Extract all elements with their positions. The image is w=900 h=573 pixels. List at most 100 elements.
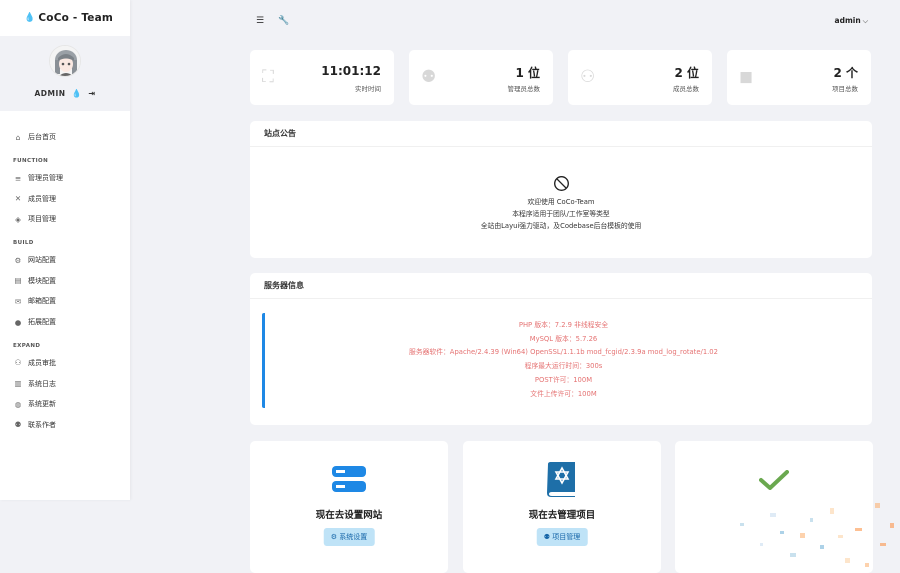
sidebar-nav: ⌂ 后台首页 FUNCTION ≡ 管理员管理 ✕ 成员管理 ◈ 项目管理 BU… <box>0 111 130 435</box>
stat-value: 11:01:12 <box>321 64 381 78</box>
card-title: 现在去设置网站 <box>315 510 383 521</box>
sidebar-item-member-manage[interactable]: ✕ 成员管理 <box>0 188 130 209</box>
logout-icon[interactable]: ⇥ <box>88 89 95 98</box>
brand-logo[interactable]: 💧 CoCo - Team <box>0 0 130 36</box>
users-icon: ⚉ <box>543 533 551 541</box>
stat-value: 2 个 <box>833 66 858 80</box>
notice-text: 欢迎使用 CoCo-Team 本程序适用于团队/工作室等类型 全站由Layui强… <box>250 196 872 232</box>
button-label: 项目管理 <box>552 533 581 541</box>
sidebar-item-label: 邮箱配置 <box>28 297 56 306</box>
user-line: ADMIN 💧 ⇥ <box>0 89 130 98</box>
sidebar-item-label: 成员审批 <box>28 358 56 367</box>
stat-label: 项目总数 <box>832 85 858 93</box>
server-line-mysql: MySQL 版本：5.7.26 <box>529 334 598 343</box>
panel-title: 服务器信息 <box>250 273 872 299</box>
bomb-icon: ● <box>14 317 22 327</box>
sidebar-item-home[interactable]: ⌂ 后台首页 <box>0 127 130 148</box>
drop-icon: 💧 <box>24 13 36 23</box>
sidebar-item-label: 成员管理 <box>28 194 56 203</box>
group-icon: ⚇ <box>580 67 596 87</box>
user-panel: ADMIN 💧 ⇥ <box>0 36 130 111</box>
stat-card-members: ⚇ 2 位 成员总数 <box>568 50 712 105</box>
sidebar-item-contact-author[interactable]: ⚉ 联系作者 <box>0 415 130 436</box>
book-icon <box>547 462 575 497</box>
users-icon: ⚉ <box>14 420 22 430</box>
stat-card-time: ⛶ 11:01:12 实时时间 <box>250 50 394 105</box>
server-info-panel: 服务器信息 PHP 版本：7.2.9 非线程安全 MySQL 版本：5.7.26… <box>250 273 872 425</box>
server-line-max-time: 程序最大运行时间：300s <box>524 362 603 371</box>
user-name: ADMIN <box>34 89 66 98</box>
nav-section-expand: EXPAND <box>13 342 41 349</box>
brand-title: CoCo - Team <box>38 12 114 24</box>
notice-panel: 站点公告 欢迎使用 CoCo-Team 本程序适用于团队/工作室等类型 全站由L… <box>250 121 872 258</box>
sidebar-item-label: 网站配置 <box>28 256 56 265</box>
stat-card-admins: ⚉ 1 位 管理员总数 <box>409 50 553 105</box>
checkmark-icon <box>759 470 789 490</box>
admin-dropdown[interactable]: admin ⌵ <box>835 16 868 26</box>
list-icon: ≡ <box>14 173 22 183</box>
notice-line: 全站由Layui强力驱动，及Codebase后台模板的使用 <box>480 222 642 230</box>
server-line-php: PHP 版本：7.2.9 非线程安全 <box>518 321 609 329</box>
no-entry-icon <box>553 176 569 191</box>
project-manage-button[interactable]: ⚉ 项目管理 <box>536 528 588 546</box>
sidebar-item-member-approval[interactable]: ⚇ 成员审批 <box>0 353 130 374</box>
server-line-upload: 文件上传许可：100M <box>530 389 597 398</box>
avatar[interactable] <box>49 45 81 77</box>
gears-icon: ⚙ <box>14 255 22 265</box>
stat-value: 1 位 <box>515 66 540 80</box>
card-manage-projects: 现在去管理项目 ⚉ 项目管理 <box>463 441 661 573</box>
server-line-post: POST许可：100M <box>534 375 593 384</box>
card-setup-site: 现在去设置网站 ⚙ 系统设置 <box>250 441 448 573</box>
sidebar-item-label: 拓展配置 <box>28 318 56 327</box>
sidebar-item-system-update[interactable]: ◍ 系统更新 <box>0 394 130 415</box>
sidebar-item-label: 系统更新 <box>28 400 56 409</box>
server-info-body: PHP 版本：7.2.9 非线程安全 MySQL 版本：5.7.26 服务器软件… <box>262 313 862 408</box>
user-plus-icon: ⚇ <box>14 358 22 368</box>
gear-icon: ⚙ <box>330 533 338 541</box>
sidebar: 💧 CoCo - Team ADMIN 💧 ⇥ ⌂ 后台首页 FUNCTION … <box>0 0 130 500</box>
sidebar-item-module-config[interactable]: ▤ 模块配置 <box>0 270 130 291</box>
notice-line: 本程序适用于团队/工作室等类型 <box>512 210 610 218</box>
server-line-software: 服务器软件：Apache/2.4.39 (Win64) OpenSSL/1.1.… <box>409 348 718 357</box>
bag-icon: ◼ <box>739 67 754 87</box>
admin-label: admin <box>834 16 861 25</box>
wrench-icon[interactable]: 🔧 <box>278 16 289 26</box>
notice-icon-wrap <box>250 175 872 196</box>
nav-section-build: BUILD <box>13 239 34 246</box>
sitemap-icon: ⛶ <box>262 67 274 87</box>
panel-title: 站点公告 <box>250 121 872 147</box>
sidebar-item-site-config[interactable]: ⚙ 网站配置 <box>0 250 130 271</box>
sidebar-item-project-manage[interactable]: ◈ 项目管理 <box>0 209 130 230</box>
notice-line: 欢迎使用 CoCo-Team <box>527 198 595 206</box>
module-icon: ▤ <box>14 276 22 286</box>
sidebar-item-label: 联系作者 <box>28 420 56 429</box>
envelope-open-icon: ✉ <box>14 296 22 306</box>
stat-value: 2 位 <box>674 66 699 80</box>
globe-icon: ◍ <box>14 399 22 409</box>
nav-section-function: FUNCTION <box>13 157 49 164</box>
sidebar-item-label: 模块配置 <box>28 276 56 285</box>
menu-toggle-icon[interactable]: ☰ <box>256 16 264 26</box>
sidebar-item-label: 后台首页 <box>28 133 56 142</box>
stat-label: 实时时间 <box>355 85 381 93</box>
sidebar-item-admin-manage[interactable]: ≡ 管理员管理 <box>0 168 130 189</box>
stat-label: 管理员总数 <box>507 85 541 93</box>
stat-card-projects: ◼ 2 个 项目总数 <box>727 50 871 105</box>
drop-icon[interactable]: 💧 <box>72 89 82 98</box>
chevron-down-icon: ⌵ <box>862 17 868 25</box>
sidebar-item-system-log[interactable]: ▥ 系统日志 <box>0 373 130 394</box>
layers-icon: ◈ <box>15 214 21 224</box>
card-title: 现在去管理项目 <box>528 510 596 521</box>
home-icon: ⌂ <box>15 132 21 142</box>
system-settings-button[interactable]: ⚙ 系统设置 <box>323 528 375 546</box>
topbar: ☰ 🔧 admin ⌵ <box>130 0 900 44</box>
sidebar-item-label: 管理员管理 <box>28 174 63 183</box>
users-icon: ⚉ <box>421 67 437 87</box>
button-label: 系统设置 <box>339 533 368 541</box>
server-icon <box>332 466 366 492</box>
chart-icon: ▥ <box>14 379 22 389</box>
tools-icon: ✕ <box>14 194 22 204</box>
sidebar-item-label: 项目管理 <box>28 215 56 224</box>
sidebar-item-mail-config[interactable]: ✉ 邮箱配置 <box>0 291 130 312</box>
sidebar-item-extend-config[interactable]: ● 拓展配置 <box>0 312 130 333</box>
